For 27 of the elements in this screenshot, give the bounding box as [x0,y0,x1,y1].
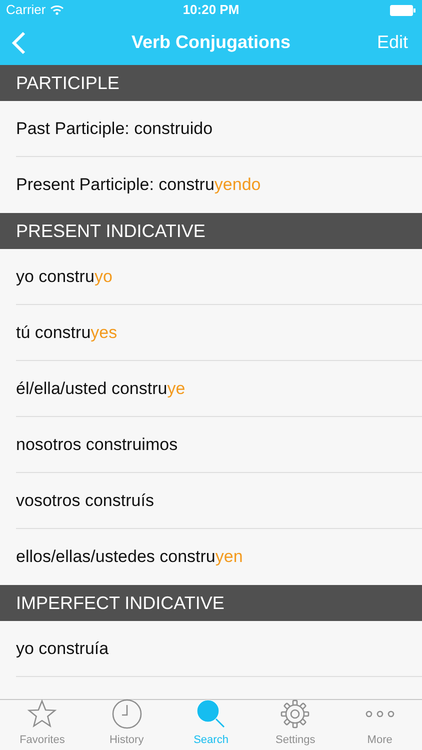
conjugation-text: yo construía [16,638,109,660]
clock-time: 10:20 PM [182,1,240,20]
tab-item[interactable]: More [338,700,422,750]
conjugation-text: ellos/ellas/ustedes construyen [16,546,243,568]
clock-icon [112,698,142,728]
wifi-icon [50,5,64,15]
conjugation-text: tú construyes [16,322,118,344]
conjugation-text: vosotros construís [16,490,154,512]
tab-item[interactable]: Favorites [0,700,84,750]
tab-item[interactable]: Search [168,700,254,750]
star-icon [27,698,58,728]
battery-icon [390,4,416,16]
conjugation-text: Present Participle: construyendo [16,174,261,196]
tab-item[interactable]: Settings [253,700,338,750]
conjugation-text: nosotros construimos [16,434,178,456]
back-icon [12,30,26,54]
conjugation-text: Past Participle: construido [16,118,213,140]
more-icon [364,709,395,720]
nav-title: Verb Conjugations [132,31,290,54]
section-header: PARTICIPLE [0,65,422,101]
tab-item[interactable]: History [84,700,169,750]
conjugation-text: él/ella/usted construye [16,378,186,400]
edit-button[interactable]: Edit [376,29,410,56]
carrier-label: Carrier [6,1,46,20]
conjugation-text: yo construyo [16,266,112,288]
section-header: IMPERFECT INDICATIVE [0,585,422,621]
section-header: PRESENT INDICATIVE [0,213,422,249]
